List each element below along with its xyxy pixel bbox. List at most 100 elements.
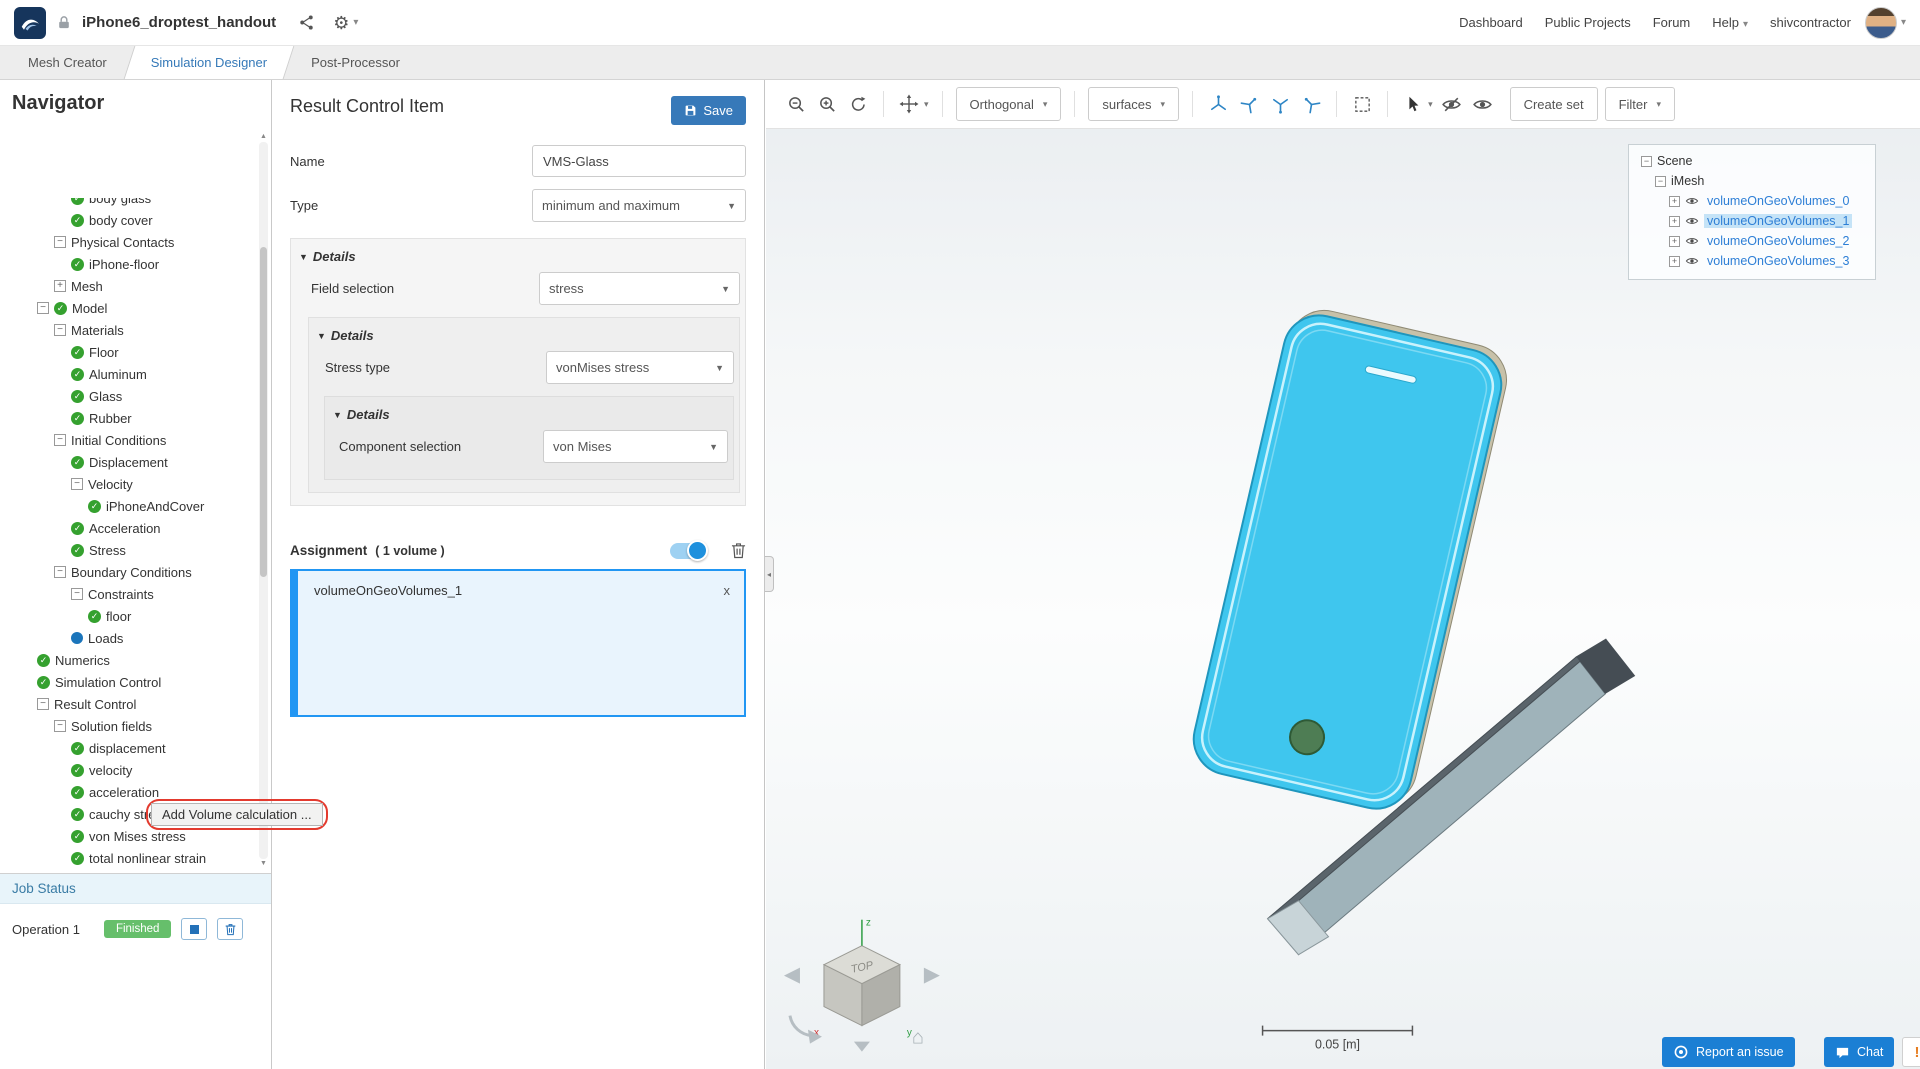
- scroll-up-icon[interactable]: ▲: [260, 132, 267, 142]
- scene-volume-volumeOnGeoVolumes_3[interactable]: + volumeOnGeoVolumes_3: [1633, 251, 1871, 271]
- create-set-button[interactable]: Create set: [1509, 87, 1598, 121]
- caret-down-icon[interactable]: ▾: [1428, 99, 1433, 110]
- nav-dashboard-link[interactable]: Dashboard: [1459, 15, 1523, 30]
- caret-down-icon[interactable]: ▾: [924, 99, 929, 110]
- details-header[interactable]: ▼ Details: [309, 324, 736, 349]
- scroll-down-icon[interactable]: ▼: [260, 859, 267, 869]
- viewport-3d[interactable]: TOP z x y ⌂ 0.05 [m] ▾ Orthogonal ▾ surf…: [766, 80, 1920, 1069]
- navigator-item-physical-contacts[interactable]: − Physical Contacts: [0, 231, 255, 253]
- tab-simulation-designer[interactable]: Simulation Designer: [129, 46, 289, 79]
- navigator-item-mesh[interactable]: + Mesh: [0, 275, 255, 297]
- navigator-item-result-control[interactable]: − Result Control: [0, 693, 255, 715]
- box-select-icon[interactable]: [1350, 92, 1374, 116]
- expander-minus-icon[interactable]: −: [71, 588, 83, 600]
- expander-plus-icon[interactable]: +: [1669, 255, 1680, 267]
- assignment-toggle[interactable]: [670, 539, 708, 561]
- expander-minus-icon[interactable]: −: [54, 566, 66, 578]
- expander-minus-icon[interactable]: −: [54, 236, 66, 248]
- projection-mode-dropdown[interactable]: Orthogonal ▾: [955, 87, 1062, 121]
- refresh-view-icon[interactable]: [846, 92, 870, 116]
- navigator-item-boundary-conditions[interactable]: − Boundary Conditions: [0, 561, 255, 583]
- scene-tree-root[interactable]: − Scene: [1633, 151, 1871, 171]
- scene-volume-label[interactable]: volumeOnGeoVolumes_3: [1704, 254, 1852, 268]
- visibility-eye-icon[interactable]: [1685, 194, 1699, 208]
- panel-collapse-handle[interactable]: ◂: [765, 556, 774, 592]
- scene-volume-volumeOnGeoVolumes_2[interactable]: + volumeOnGeoVolumes_2: [1633, 231, 1871, 251]
- tab-mesh-creator[interactable]: Mesh Creator: [6, 46, 129, 79]
- name-input[interactable]: [532, 145, 746, 177]
- view-preset-2-icon[interactable]: [1237, 92, 1261, 116]
- field-selection-select[interactable]: stress ▼: [539, 272, 740, 305]
- caret-down-icon[interactable]: ▾: [1901, 17, 1906, 28]
- navigator-item-acceleration[interactable]: ✓ Acceleration: [0, 517, 255, 539]
- delete-operation-button[interactable]: [217, 918, 244, 940]
- navigator-item-iphone-floor[interactable]: ✓ iPhone-floor: [0, 253, 255, 275]
- expander-plus-icon[interactable]: +: [1669, 235, 1680, 247]
- share-icon[interactable]: [298, 14, 315, 31]
- navigator-scrollbar[interactable]: ▲ ▼: [258, 132, 269, 869]
- show-all-eye-icon[interactable]: [1471, 92, 1495, 116]
- navigator-item-stress[interactable]: ✓ Stress: [0, 539, 255, 561]
- scene-volume-label[interactable]: volumeOnGeoVolumes_1: [1704, 214, 1853, 228]
- navigator-item-velocity[interactable]: ✓ velocity: [0, 759, 255, 781]
- scene-volume-label[interactable]: volumeOnGeoVolumes_0: [1704, 194, 1852, 208]
- component-selection-select[interactable]: von Mises ▼: [543, 430, 728, 463]
- navigator-item-floor[interactable]: ✓ floor: [0, 605, 255, 627]
- assignment-item[interactable]: volumeOnGeoVolumes_1 x: [298, 571, 744, 598]
- nav-public-projects-link[interactable]: Public Projects: [1545, 15, 1631, 30]
- nav-help-menu[interactable]: Help ▾: [1712, 15, 1748, 30]
- navigator-item-body-glass[interactable]: ✓ body glass: [0, 198, 255, 209]
- expander-plus-icon[interactable]: +: [1669, 195, 1680, 207]
- delete-assignment-button[interactable]: [731, 542, 746, 559]
- type-select[interactable]: minimum and maximum ▼: [532, 189, 746, 222]
- scrollbar-thumb[interactable]: [260, 247, 267, 577]
- zoom-in-icon[interactable]: [815, 92, 839, 116]
- navigator-item-rubber[interactable]: ✓ Rubber: [0, 407, 255, 429]
- navigator-item-displacement[interactable]: ✓ Displacement: [0, 451, 255, 473]
- visibility-eye-icon[interactable]: [1685, 214, 1699, 228]
- navigator-item-velocity[interactable]: − Velocity: [0, 473, 255, 495]
- stress-type-select[interactable]: vonMises stress ▼: [546, 351, 734, 384]
- assignment-selection-box[interactable]: volumeOnGeoVolumes_1 x: [290, 569, 746, 717]
- navigator-item-numerics[interactable]: ✓ Numerics: [0, 649, 255, 671]
- pan-move-tool-icon[interactable]: [897, 92, 921, 116]
- navigator-item-initial-conditions[interactable]: − Initial Conditions: [0, 429, 255, 451]
- navigator-item-floor[interactable]: ✓ Floor: [0, 341, 255, 363]
- navigator-item-loads[interactable]: Loads: [0, 627, 255, 649]
- view-preset-1-icon[interactable]: [1206, 92, 1230, 116]
- view-preset-3-icon[interactable]: [1268, 92, 1292, 116]
- view-preset-4-icon[interactable]: [1299, 92, 1323, 116]
- save-button[interactable]: Save: [671, 96, 746, 125]
- cursor-select-tool-icon[interactable]: [1401, 92, 1425, 116]
- navigator-item-model[interactable]: − ✓ Model: [0, 297, 255, 319]
- scene-tree-mesh[interactable]: − iMesh: [1633, 171, 1871, 191]
- chat-button[interactable]: Chat: [1824, 1037, 1895, 1067]
- navigator-item-iphoneandcover[interactable]: ✓ iPhoneAndCover: [0, 495, 255, 517]
- report-issue-button[interactable]: Report an issue: [1662, 1037, 1795, 1067]
- tab-post-processor[interactable]: Post-Processor: [289, 46, 422, 79]
- expander-minus-icon[interactable]: −: [54, 720, 66, 732]
- navigator-item-glass[interactable]: ✓ Glass: [0, 385, 255, 407]
- settings-gear-icon[interactable]: ⚙ ▾: [333, 14, 358, 32]
- navigator-item-displacement[interactable]: ✓ displacement: [0, 737, 255, 759]
- expander-minus-icon[interactable]: −: [54, 434, 66, 446]
- hide-selection-eye-off-icon[interactable]: [1440, 92, 1464, 116]
- details-header[interactable]: ▼ Details: [325, 403, 730, 428]
- alert-widget[interactable]: !: [1902, 1037, 1920, 1067]
- navigator-item-body-cover[interactable]: ✓ body cover: [0, 209, 255, 231]
- navigator-item-solution-fields[interactable]: − Solution fields: [0, 715, 255, 737]
- expander-minus-icon[interactable]: −: [37, 302, 49, 314]
- expander-minus-icon[interactable]: −: [1641, 155, 1652, 167]
- scene-volume-volumeOnGeoVolumes_1[interactable]: + volumeOnGeoVolumes_1: [1633, 211, 1871, 231]
- remove-assignment-button[interactable]: x: [724, 583, 731, 598]
- zoom-out-icon[interactable]: [784, 92, 808, 116]
- expander-plus-icon[interactable]: +: [54, 280, 66, 292]
- expander-minus-icon[interactable]: −: [54, 324, 66, 336]
- navigator-item-materials[interactable]: − Materials: [0, 319, 255, 341]
- visibility-eye-icon[interactable]: [1685, 254, 1699, 268]
- stop-operation-button[interactable]: [181, 918, 208, 940]
- simscale-logo-icon[interactable]: [14, 6, 46, 39]
- nav-forum-link[interactable]: Forum: [1653, 15, 1691, 30]
- visibility-eye-icon[interactable]: [1685, 234, 1699, 248]
- filter-dropdown[interactable]: Filter ▾: [1604, 87, 1675, 121]
